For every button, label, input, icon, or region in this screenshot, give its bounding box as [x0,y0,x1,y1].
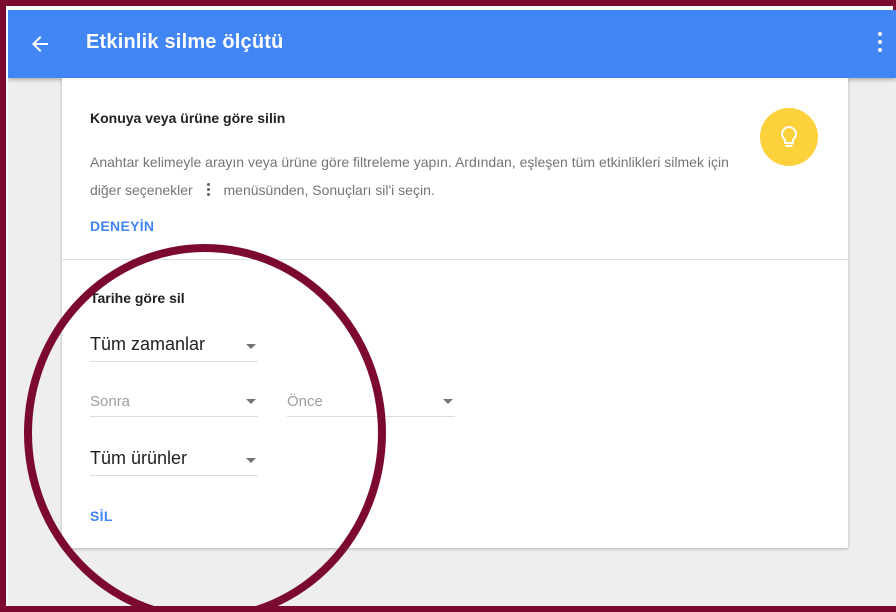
app-screen: Etkinlik silme ölçütü Konuya veya ürüne … [8,10,896,606]
time-range-value: Tüm zamanlar [90,334,206,354]
after-date-dropdown[interactable]: Sonra [90,386,258,417]
more-vert-icon [206,182,210,198]
section-divider [62,259,848,260]
settings-card: Konuya veya ürüne göre silin Anahtar kel… [62,78,848,548]
before-date-placeholder: Önce [287,393,323,410]
app-bar: Etkinlik silme ölçütü [8,10,896,78]
page-title: Etkinlik silme ölçütü [86,31,284,53]
lightbulb-icon [760,108,818,166]
try-button[interactable]: DENEYİN [90,218,154,234]
product-dropdown[interactable]: Tüm ürünler [90,445,258,476]
description-text-2: menüsünden, Sonuçları sil'i seçin. [223,182,435,198]
arrow-back-icon[interactable] [28,32,52,56]
topic-description: Anahtar kelimeyle arayın veya ürüne göre… [90,148,730,204]
dropdown-arrow-icon [246,399,256,404]
product-value: Tüm ürünler [90,448,188,468]
before-date-dropdown[interactable]: Önce [287,386,455,417]
more-vert-icon[interactable] [874,30,886,58]
after-date-placeholder: Sonra [90,393,131,410]
dropdown-arrow-icon [246,344,256,349]
delete-button[interactable]: SİL [90,508,113,524]
topic-section-title: Konuya veya ürüne göre silin [90,110,286,126]
dropdown-arrow-icon [246,458,256,463]
dropdown-arrow-icon [443,399,453,404]
time-range-dropdown[interactable]: Tüm zamanlar [90,331,258,362]
date-section-title: Tarihe göre sil [90,290,185,306]
